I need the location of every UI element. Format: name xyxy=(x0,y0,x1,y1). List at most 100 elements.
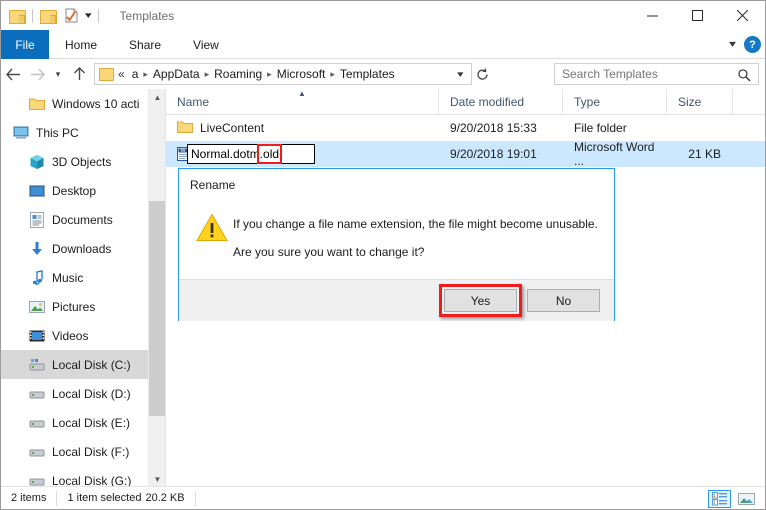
properties-icon[interactable] xyxy=(64,8,79,23)
table-row[interactable]: LiveContent 9/20/2018 15:33 File folder xyxy=(166,115,765,141)
view-mode-buttons xyxy=(708,490,758,508)
up-button[interactable] xyxy=(67,61,91,87)
column-header-type[interactable]: Type xyxy=(563,89,667,115)
scrollbar-thumb[interactable] xyxy=(149,201,166,416)
nav-item-label: This PC xyxy=(36,126,79,140)
tab-file[interactable]: File xyxy=(1,30,49,59)
caption-buttons xyxy=(630,1,765,30)
tab-share[interactable]: Share xyxy=(113,30,177,59)
nav-item-videos[interactable]: Videos xyxy=(1,321,165,350)
column-label: Type xyxy=(574,95,600,109)
nav-item-label: Local Disk (E:) xyxy=(52,416,130,430)
breadcrumb-item-2[interactable]: Roaming xyxy=(210,67,266,81)
cell-type: Microsoft Word ... xyxy=(563,141,667,167)
cell-date-modified: 9/20/2018 19:01 xyxy=(439,141,563,167)
videos-icon xyxy=(29,328,45,344)
disk-icon xyxy=(29,444,45,460)
cell-date-modified: 9/20/2018 15:33 xyxy=(439,115,563,141)
breadcrumb-item-1[interactable]: AppData xyxy=(149,67,204,81)
nav-item-3d-objects[interactable]: 3D Objects xyxy=(1,147,165,176)
search-box[interactable]: Search Templates xyxy=(554,63,759,85)
new-folder-icon[interactable] xyxy=(40,9,56,23)
cell-name: LiveContent xyxy=(166,115,439,141)
recent-locations-button[interactable]: ▾ xyxy=(49,61,67,87)
nav-item-local-disk-c[interactable]: Local Disk (C:) xyxy=(1,350,165,379)
this-pc-icon xyxy=(13,125,29,141)
system-menu-folder-icon[interactable] xyxy=(9,9,25,23)
nav-item-label: Music xyxy=(52,271,83,285)
dialog-message-line-2: Are you sure you want to change it? xyxy=(233,245,424,259)
documents-icon xyxy=(29,212,45,228)
minimize-button[interactable] xyxy=(630,1,675,30)
quick-access-toolbar: ▾ xyxy=(1,8,106,23)
scroll-up-arrow-icon[interactable]: ▲ xyxy=(149,89,166,106)
music-icon xyxy=(29,270,45,286)
maximize-button[interactable] xyxy=(675,1,720,30)
search-icon[interactable] xyxy=(735,61,760,86)
back-button[interactable] xyxy=(1,61,25,87)
dialog-title: Rename xyxy=(190,178,235,192)
nav-item-label: Local Disk (F:) xyxy=(52,445,129,459)
tab-home[interactable]: Home xyxy=(49,30,113,59)
nav-item-windows-10-acti[interactable]: Windows 10 acti xyxy=(1,89,165,118)
column-header-date-modified[interactable]: Date modified xyxy=(439,89,563,115)
file-name-label: LiveContent xyxy=(200,121,264,135)
column-header-name[interactable]: ▲ Name xyxy=(166,89,439,115)
column-label: Size xyxy=(678,95,701,109)
nav-item-downloads[interactable]: Downloads xyxy=(1,234,165,263)
details-view-button[interactable] xyxy=(708,490,731,508)
nav-item-this-pc[interactable]: This PC xyxy=(1,118,165,147)
column-header-size[interactable]: Size xyxy=(667,89,733,115)
yes-button-wrapper: Yes xyxy=(444,289,517,312)
dialog-footer: Yes No xyxy=(179,279,614,321)
status-selection-size: 20.2 KB xyxy=(145,491,194,506)
nav-item-local-disk-f[interactable]: Local Disk (F:) xyxy=(1,437,165,466)
breadcrumb-item-4[interactable]: Templates xyxy=(336,67,399,81)
forward-button[interactable] xyxy=(25,61,49,87)
navigation-pane-scrollbar[interactable]: ▲ ▼ xyxy=(148,89,165,488)
close-button[interactable] xyxy=(720,1,765,30)
nav-item-label: 3D Objects xyxy=(52,155,111,169)
dialog-message-line-1: If you change a file name extension, the… xyxy=(233,217,598,231)
desktop-icon xyxy=(29,183,45,199)
nav-item-music[interactable]: Music xyxy=(1,263,165,292)
rename-extension-text: .old xyxy=(260,147,279,161)
large-icons-view-button[interactable] xyxy=(735,490,758,508)
customize-quick-access-chevron[interactable]: ▾ xyxy=(85,11,92,20)
rename-extension-wrap: .old xyxy=(260,147,279,161)
window-title: Templates xyxy=(120,9,175,23)
table-row[interactable]: W 9/20/2018 19:01 Microsoft Word ... 21 … xyxy=(166,141,765,167)
downloads-icon xyxy=(29,241,45,257)
breadcrumb-item-0[interactable]: a xyxy=(128,67,143,81)
breadcrumb-chevron-down-icon[interactable]: ▾ xyxy=(457,69,470,80)
qat-divider-2 xyxy=(98,9,99,23)
nav-item-label: Downloads xyxy=(52,242,111,256)
nav-item-label: Videos xyxy=(52,329,88,343)
expand-ribbon-chevron-down-icon[interactable]: ▾ xyxy=(729,39,736,50)
nav-item-documents[interactable]: Documents xyxy=(1,205,165,234)
breadcrumb-overflow[interactable]: « xyxy=(115,67,128,81)
help-icon[interactable]: ? xyxy=(744,36,761,53)
tab-view[interactable]: View xyxy=(177,30,235,59)
refresh-button[interactable] xyxy=(472,68,494,81)
navigation-pane: Windows 10 acti This PC xyxy=(1,89,166,488)
svg-text:W: W xyxy=(181,148,186,154)
ribbon-right-controls: ▾ ? xyxy=(730,30,761,59)
nav-item-local-disk-d[interactable]: Local Disk (D:) xyxy=(1,379,165,408)
ribbon-tab-bar: File Home Share View ▾ ? xyxy=(1,30,765,59)
disk-icon xyxy=(29,415,45,431)
breadcrumb-item-3[interactable]: Microsoft xyxy=(273,67,330,81)
search-input[interactable]: Search Templates xyxy=(555,67,738,81)
no-button[interactable]: No xyxy=(527,289,600,312)
nav-item-local-disk-e[interactable]: Local Disk (E:) xyxy=(1,408,165,437)
breadcrumb[interactable]: « a ▸ AppData ▸ Roaming ▸ Microsoft ▸ Te… xyxy=(94,63,472,85)
nav-item-label: Pictures xyxy=(52,300,95,314)
nav-item-local-disk-g[interactable]: Local Disk (G:) xyxy=(1,466,165,488)
warning-icon xyxy=(196,213,228,247)
nav-item-pictures[interactable]: Pictures xyxy=(1,292,165,321)
nav-item-desktop[interactable]: Desktop xyxy=(1,176,165,205)
cell-type: File folder xyxy=(563,115,667,141)
folder-icon xyxy=(29,96,45,112)
yes-button[interactable]: Yes xyxy=(444,289,517,312)
rename-input[interactable]: Normal.dotm .old xyxy=(187,144,315,164)
